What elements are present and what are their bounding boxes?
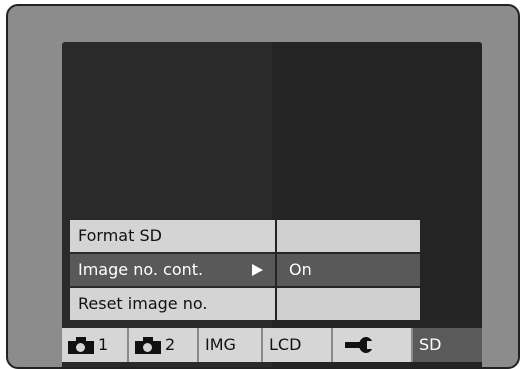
arrow-right-icon: [252, 264, 263, 276]
menu-item-image-no-cont[interactable]: Image no. cont. On: [70, 254, 420, 286]
camera-icon: [68, 336, 94, 354]
tab-label: 2: [165, 335, 176, 354]
tab-lcd[interactable]: LCD: [263, 328, 333, 362]
menu-item-reset-image-no[interactable]: Reset image no.: [70, 288, 420, 320]
lcd-screen: Format SD Image no. cont. On Reset image…: [62, 42, 482, 367]
tab-label: IMG: [205, 335, 236, 354]
tab-label: LCD: [269, 335, 302, 354]
menu-item-value: [277, 220, 420, 252]
tab-shooting-2[interactable]: 2: [129, 328, 199, 362]
tab-setup[interactable]: [333, 328, 413, 362]
tab-sd[interactable]: SD: [413, 328, 482, 362]
tab-img[interactable]: IMG: [199, 328, 263, 362]
sd-menu: Format SD Image no. cont. On Reset image…: [70, 220, 420, 322]
menu-item-format-sd[interactable]: Format SD: [70, 220, 420, 252]
menu-item-value: [277, 288, 420, 320]
menu-item-label: Image no. cont.: [70, 254, 275, 286]
menu-item-label: Reset image no.: [70, 288, 275, 320]
menu-item-value[interactable]: On: [277, 254, 420, 286]
tab-label: SD: [419, 335, 442, 354]
tab-shooting-1[interactable]: 1: [62, 328, 129, 362]
camera-body-frame: Format SD Image no. cont. On Reset image…: [6, 4, 520, 369]
camera-icon: [135, 336, 161, 354]
wrench-icon: [345, 337, 375, 353]
menu-item-label-text: Image no. cont.: [78, 260, 204, 279]
menu-tab-bar: 1 2 IMG LCD SD: [62, 328, 482, 362]
tab-label: 1: [98, 335, 109, 354]
menu-item-label: Format SD: [70, 220, 275, 252]
